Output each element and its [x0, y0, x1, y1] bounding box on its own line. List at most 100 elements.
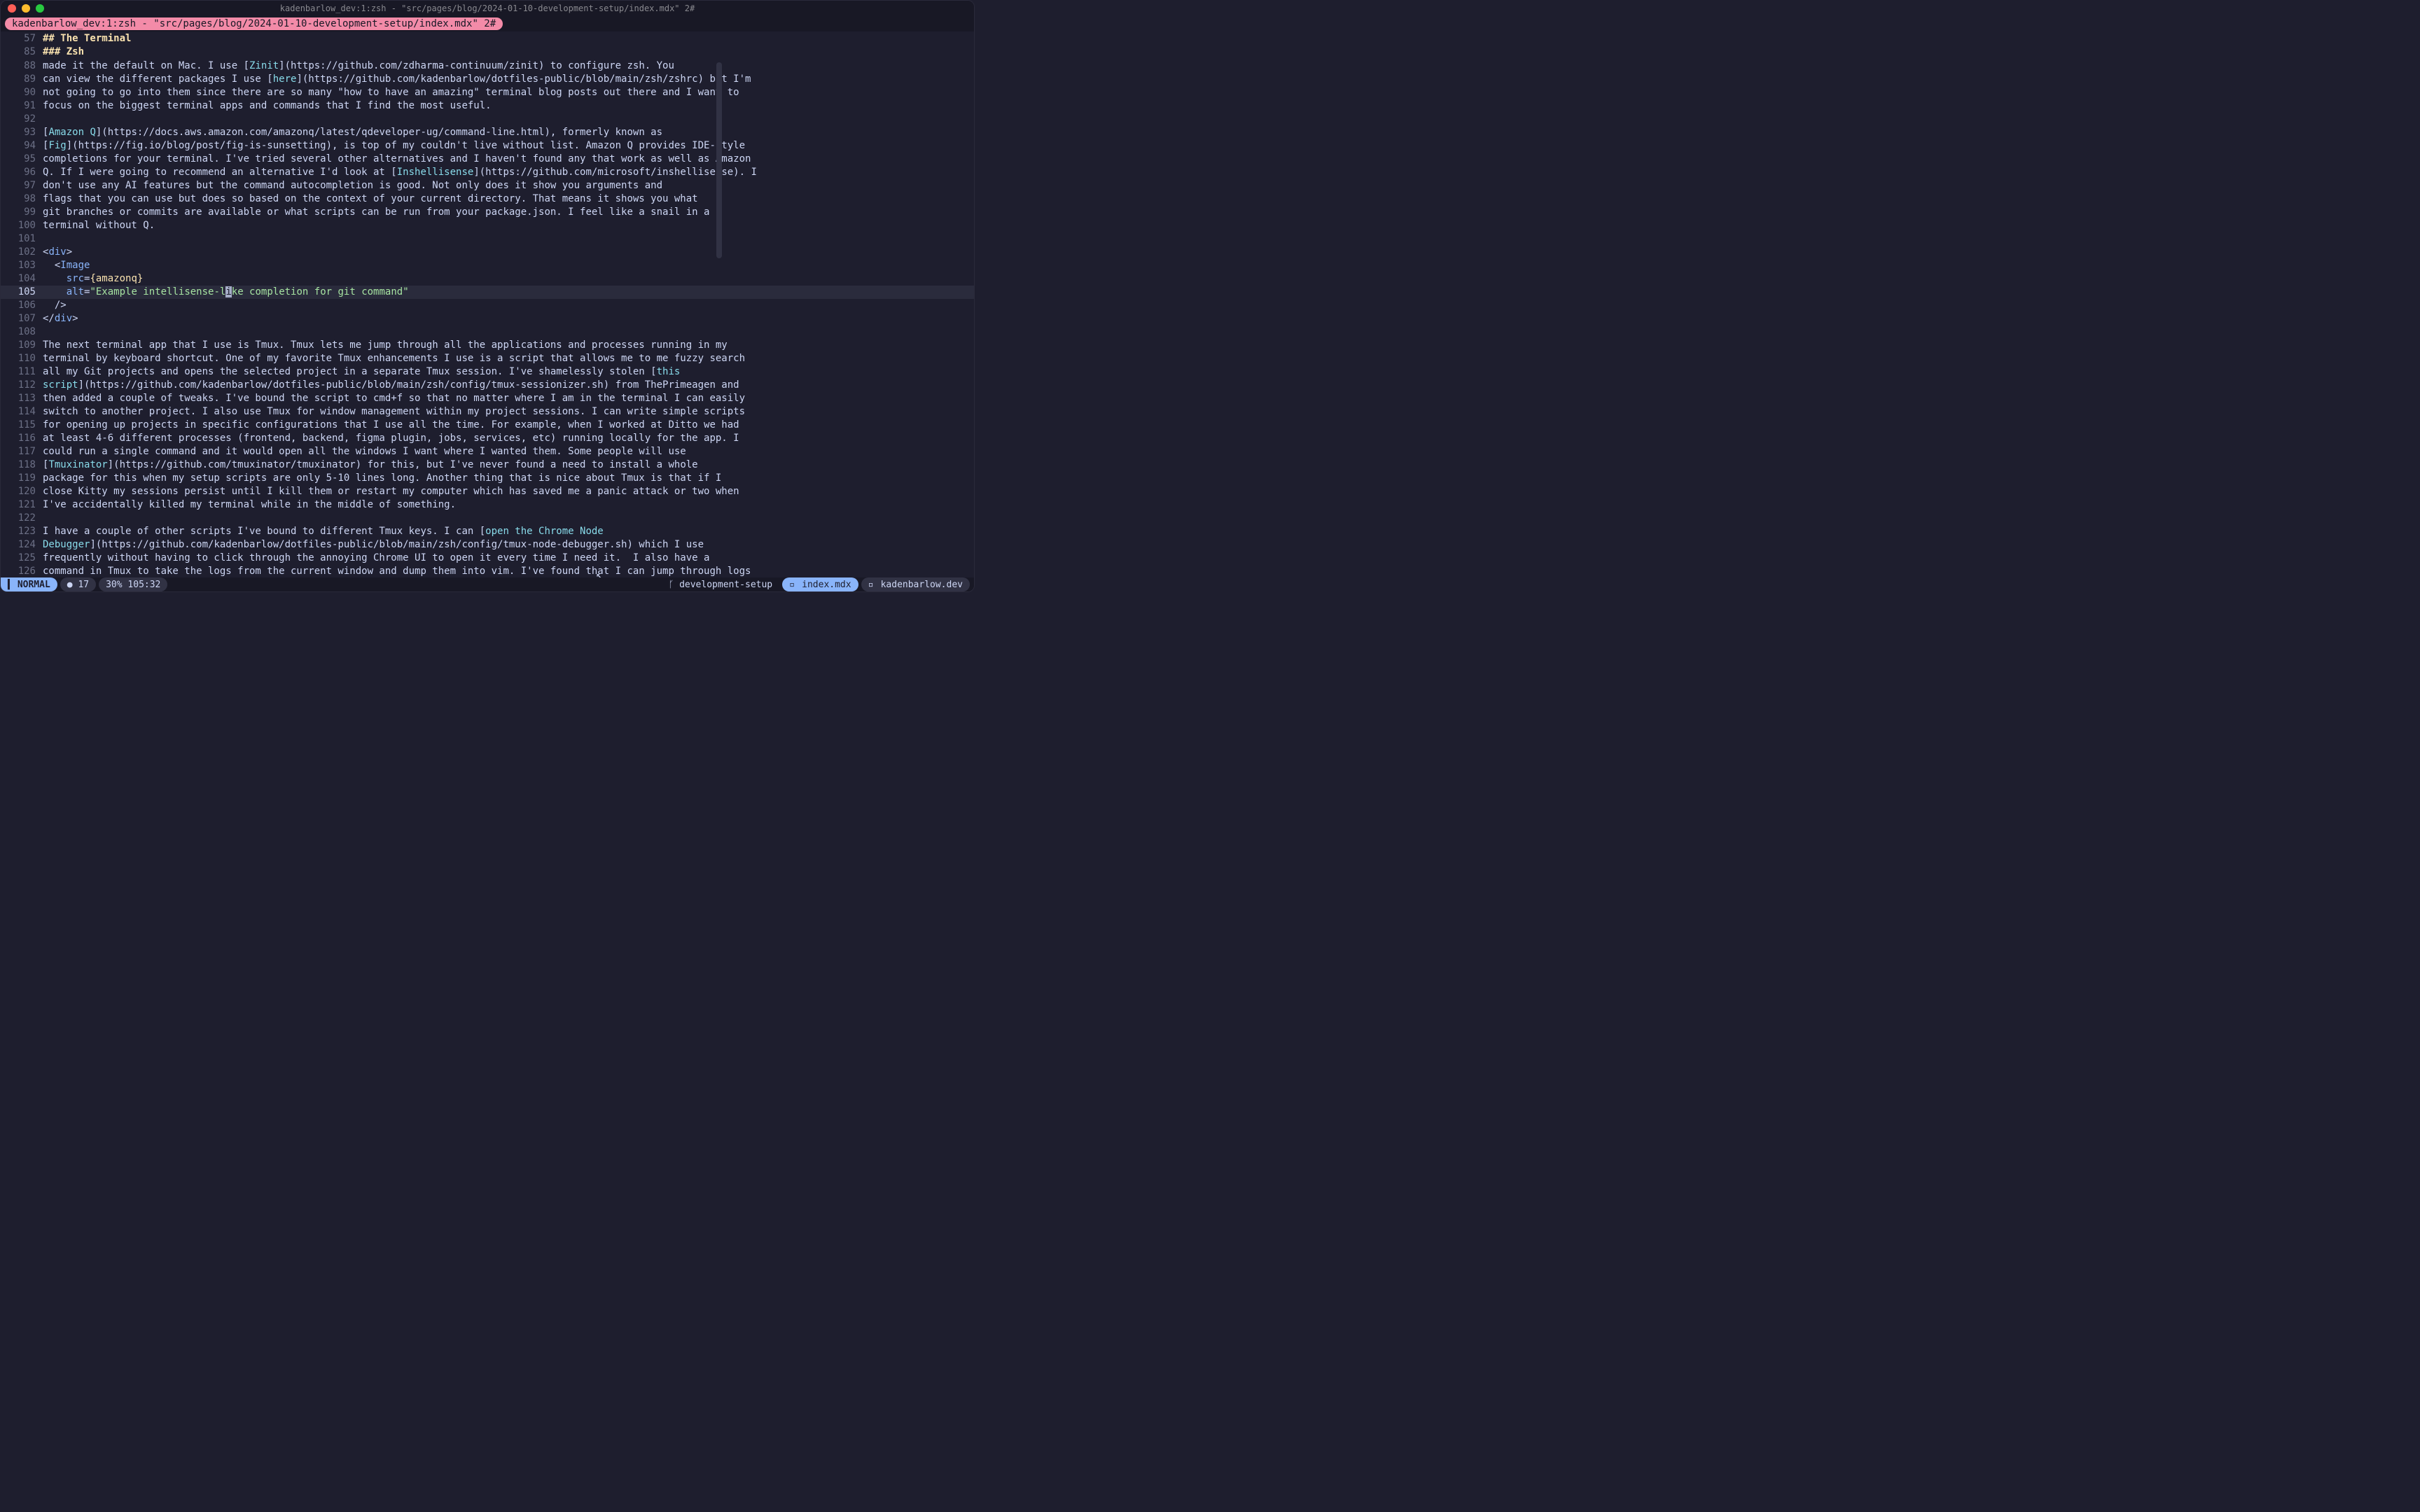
terminal-window: kadenbarlow_dev:1:zsh - "src/pages/blog/…: [0, 0, 975, 592]
line-number: 94: [1, 139, 43, 153]
editor-line[interactable]: 94[Fig](https://fig.io/blog/post/fig-is-…: [1, 139, 974, 153]
context-breadcrumb: 57 ## The Terminal 85 ### Zsh: [1, 31, 974, 59]
editor-line[interactable]: 111all my Git projects and opens the sel…: [1, 365, 974, 379]
line-content: command in Tmux to take the logs from th…: [43, 565, 974, 578]
editor-line[interactable]: 99git branches or commits are available …: [1, 206, 974, 219]
editor-line[interactable]: 117could run a single command and it wou…: [1, 445, 974, 458]
editor-line[interactable]: 97don't use any AI features but the comm…: [1, 179, 974, 192]
buffer-tab[interactable]: ▫ kadenbarlow.dev: [861, 578, 970, 592]
diagnostics-count[interactable]: ● 17: [60, 578, 96, 592]
line-number: 121: [1, 498, 43, 512]
line-content: [Amazon Q](https://docs.aws.amazon.com/a…: [43, 126, 974, 139]
file-position: 30% 105:32: [99, 578, 167, 592]
line-content: [Tmuxinator](https://github.com/tmuxinat…: [43, 458, 974, 472]
close-icon[interactable]: [8, 4, 16, 13]
line-number: 98: [1, 192, 43, 206]
line-content: terminal by keyboard shortcut. One of my…: [43, 352, 974, 365]
line-number: 107: [1, 312, 43, 326]
buffer-tab-label: index.mdx: [802, 580, 851, 590]
line-number: 93: [1, 126, 43, 139]
editor-line[interactable]: 93[Amazon Q](https://docs.aws.amazon.com…: [1, 126, 974, 139]
line-number: 126: [1, 565, 43, 578]
editor-line[interactable]: 114switch to another project. I also use…: [1, 405, 974, 419]
line-number: 89: [1, 73, 43, 86]
editor-line[interactable]: 110terminal by keyboard shortcut. One of…: [1, 352, 974, 365]
breadcrumb-heading: ## The Terminal: [43, 33, 131, 46]
tmux-window-tab[interactable]: kadenbarlow_dev:1:zsh - "src/pages/blog/…: [5, 18, 503, 30]
line-number: 105: [1, 286, 43, 299]
editor-line[interactable]: 96Q. If I were going to recommend an alt…: [1, 166, 974, 179]
editor-line[interactable]: 98flags that you can use but does so bas…: [1, 192, 974, 206]
line-content: focus on the biggest terminal apps and c…: [43, 99, 974, 113]
statusline: ▍NORMAL ● 17 30% 105:32 ᚴ development-se…: [1, 578, 974, 592]
line-content: <Image: [43, 259, 974, 272]
editor-line[interactable]: 109The next terminal app that I use is T…: [1, 339, 974, 352]
mode-indicator: ▍NORMAL: [1, 578, 57, 592]
editor-line[interactable]: 125frequently without having to click th…: [1, 552, 974, 565]
scrollbar[interactable]: [716, 62, 722, 575]
editor-line[interactable]: 100terminal without Q.: [1, 219, 974, 232]
editor-line[interactable]: 91focus on the biggest terminal apps and…: [1, 99, 974, 113]
editor-line[interactable]: 120close Kitty my sessions persist until…: [1, 485, 974, 498]
editor-line[interactable]: 95completions for your terminal. I've tr…: [1, 153, 974, 166]
buffer-tab-active[interactable]: ▫ index.mdx: [782, 578, 858, 592]
editor-line[interactable]: 104 src={amazonq}: [1, 272, 974, 286]
editor-line[interactable]: 101: [1, 232, 974, 246]
line-number: 109: [1, 339, 43, 352]
editor-line[interactable]: 123I have a couple of other scripts I've…: [1, 525, 974, 538]
tmux-statusbar: kadenbarlow_dev:1:zsh - "src/pages/blog/…: [1, 16, 974, 31]
line-content: I've accidentally killed my terminal whi…: [43, 498, 974, 512]
scrollbar-thumb[interactable]: [716, 62, 722, 258]
editor-line[interactable]: 88made it the default on Mac. I use [Zin…: [1, 59, 974, 73]
editor-line[interactable]: 108: [1, 326, 974, 339]
editor-line[interactable]: 122: [1, 512, 974, 525]
line-content: </div>: [43, 312, 974, 326]
line-content: not going to go into them since there ar…: [43, 86, 974, 99]
editor-line[interactable]: 107</div>: [1, 312, 974, 326]
editor-line[interactable]: 106 />: [1, 299, 974, 312]
line-content: <div>: [43, 246, 974, 259]
line-number: 85: [1, 46, 43, 59]
editor-line[interactable]: 105 alt="Example intellisense-like compl…: [1, 286, 974, 299]
editor-line[interactable]: 126command in Tmux to take the logs from…: [1, 565, 974, 578]
window-title: kadenbarlow_dev:1:zsh - "src/pages/blog/…: [280, 4, 695, 13]
line-number: 92: [1, 113, 43, 126]
editor-line[interactable]: 115for opening up projects in specific c…: [1, 419, 974, 432]
maximize-icon[interactable]: [36, 4, 44, 13]
editor-line[interactable]: 102<div>: [1, 246, 974, 259]
editor-line[interactable]: 90not going to go into them since there …: [1, 86, 974, 99]
editor-line[interactable]: 119package for this when my setup script…: [1, 472, 974, 485]
line-number: 104: [1, 272, 43, 286]
line-content: script](https://github.com/kadenbarlow/d…: [43, 379, 974, 392]
minimize-icon[interactable]: [22, 4, 30, 13]
line-content: switch to another project. I also use Tm…: [43, 405, 974, 419]
git-branch[interactable]: ᚴ development-setup: [661, 580, 779, 590]
editor-line[interactable]: 103 <Image: [1, 259, 974, 272]
file-icon: ▫: [868, 580, 877, 590]
editor-line[interactable]: 116at least 4-6 different processes (fro…: [1, 432, 974, 445]
editor-line[interactable]: 89can view the different packages I use …: [1, 73, 974, 86]
line-content: terminal without Q.: [43, 219, 974, 232]
editor-line[interactable]: 92: [1, 113, 974, 126]
line-number: 120: [1, 485, 43, 498]
line-number: 97: [1, 179, 43, 192]
editor-line[interactable]: 124Debugger](https://github.com/kadenbar…: [1, 538, 974, 552]
breadcrumb-heading: ### Zsh: [43, 46, 84, 59]
line-content: for opening up projects in specific conf…: [43, 419, 974, 432]
line-content: git branches or commits are available or…: [43, 206, 974, 219]
line-content: />: [43, 299, 974, 312]
line-content: at least 4-6 different processes (fronte…: [43, 432, 974, 445]
line-content: package for this when my setup scripts a…: [43, 472, 974, 485]
line-content: then added a couple of tweaks. I've boun…: [43, 392, 974, 405]
line-number: 99: [1, 206, 43, 219]
line-number: 96: [1, 166, 43, 179]
line-content: I have a couple of other scripts I've bo…: [43, 525, 974, 538]
editor-line[interactable]: 113then added a couple of tweaks. I've b…: [1, 392, 974, 405]
line-number: 118: [1, 458, 43, 472]
editor-line[interactable]: 121I've accidentally killed my terminal …: [1, 498, 974, 512]
editor-line[interactable]: 112script](https://github.com/kadenbarlo…: [1, 379, 974, 392]
editor-line[interactable]: 118[Tmuxinator](https://github.com/tmuxi…: [1, 458, 974, 472]
line-content: src={amazonq}: [43, 272, 974, 286]
traffic-lights: [1, 4, 44, 13]
editor-viewport[interactable]: 88made it the default on Mac. I use [Zin…: [1, 59, 974, 578]
